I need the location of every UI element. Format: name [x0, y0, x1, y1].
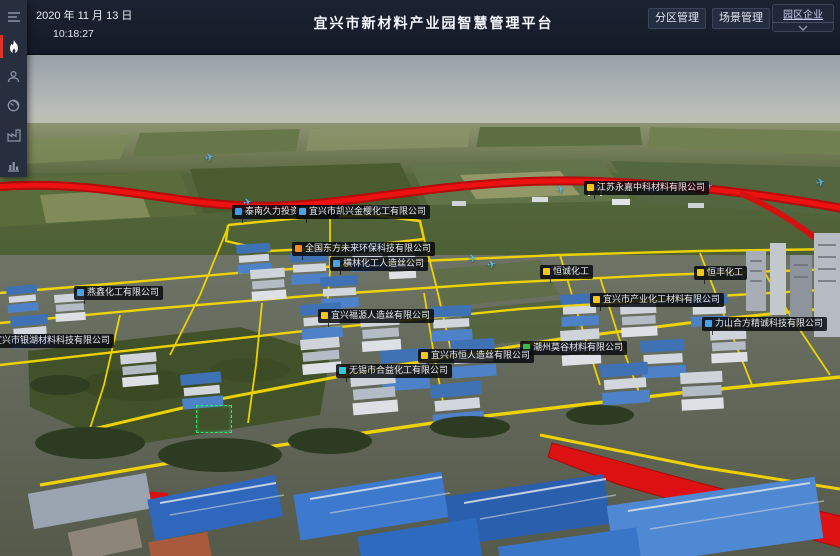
top-header-bar: 2020 年 11 月 13 日 10:18:27 宜兴市新材料产业园智慧管理平… — [0, 0, 840, 55]
company-marker-icon — [705, 320, 712, 327]
sidebar-item-fire[interactable] — [0, 35, 27, 59]
company-marker-icon — [339, 367, 346, 374]
user-icon — [7, 70, 20, 83]
map-company-label[interactable]: 江苏永嘉中科材料有限公司 — [584, 181, 709, 195]
sidebar-item-menu[interactable] — [0, 5, 27, 29]
company-marker-icon — [235, 208, 242, 215]
sidebar-item-gauge[interactable] — [0, 94, 27, 118]
map-company-label[interactable]: 无锡市合益化工有限公司 — [336, 364, 452, 378]
scene-management-button[interactable]: 场景管理 — [712, 8, 770, 29]
menu-icon — [7, 11, 21, 23]
company-label-text: 宜兴福源人造丝有限公司 — [331, 310, 430, 321]
company-label-text: 全国东方未来环保科技有限公司 — [305, 243, 431, 254]
company-marker-icon — [77, 289, 84, 296]
map-company-label[interactable]: 恒诚化工 — [540, 265, 593, 279]
selection-box — [196, 405, 232, 433]
company-label-text: 宜兴市银湖材料科技有限公司 — [0, 335, 110, 346]
company-label-text: 恒丰化工 — [707, 267, 743, 278]
map-company-label[interactable]: 横林化工人造丝公司 — [330, 257, 428, 271]
map-company-label[interactable]: 全国东方未来环保科技有限公司 — [292, 242, 435, 256]
map-company-label[interactable]: 宜兴市产业化工材料有限公司 — [590, 293, 724, 307]
company-marker-icon — [299, 208, 306, 215]
zone-management-button[interactable]: 分区管理 — [648, 8, 706, 29]
factory-icon — [7, 129, 21, 142]
bar-chart-icon — [7, 159, 20, 172]
company-marker-icon — [333, 260, 340, 267]
company-label-text: 恒诚化工 — [553, 266, 589, 277]
map-3d-viewport[interactable]: 泰南久力投资有限公司宜兴市凯兴金樱化工有限公司江苏永嘉中科材料有限公司全国东方未… — [0, 55, 840, 556]
map-company-label[interactable]: 宜兴市恒人造丝有限公司 — [418, 349, 534, 363]
company-label-text: 潮州莫谷材料有限公司 — [533, 342, 623, 353]
company-label-text: 宜兴市凯兴金樱化工有限公司 — [309, 206, 426, 217]
map-company-label[interactable]: 燕鑫化工有限公司 — [74, 286, 163, 300]
company-marker-icon — [593, 296, 600, 303]
company-label-text: 燕鑫化工有限公司 — [87, 287, 159, 298]
company-marker-icon — [543, 268, 550, 275]
chevron-down-icon — [773, 23, 833, 32]
company-label-text: 宜兴市恒人造丝有限公司 — [431, 350, 530, 361]
sidebar-item-stats[interactable] — [0, 153, 27, 177]
park-enterprise-dropdown[interactable]: 园区企业 — [772, 4, 834, 32]
company-marker-icon — [295, 245, 302, 252]
dropdown-label: 园区企业 — [773, 5, 833, 23]
map-company-label[interactable]: 潮州莫谷材料有限公司 — [520, 341, 627, 355]
company-marker-icon — [587, 184, 594, 191]
company-marker-icon — [697, 269, 704, 276]
company-label-text: 无锡市合益化工有限公司 — [349, 365, 448, 376]
company-marker-icon — [421, 352, 428, 359]
map-company-label[interactable]: 宜兴市银湖材料科技有限公司 — [0, 334, 114, 348]
left-tool-rail — [0, 0, 27, 177]
map-company-label[interactable]: 力山合方精诚科技有限公司 — [702, 317, 827, 331]
map-company-label[interactable]: 宜兴福源人造丝有限公司 — [318, 309, 434, 323]
company-label-text: 宜兴市产业化工材料有限公司 — [603, 294, 720, 305]
company-label-text: 力山合方精诚科技有限公司 — [715, 318, 823, 329]
flame-icon — [8, 40, 20, 54]
company-label-text: 横林化工人造丝公司 — [343, 258, 424, 269]
company-label-text: 江苏永嘉中科材料有限公司 — [597, 182, 705, 193]
map-company-label[interactable]: 恒丰化工 — [694, 266, 747, 280]
gauge-icon — [7, 99, 20, 112]
company-marker-icon — [321, 312, 328, 319]
sidebar-item-factory[interactable] — [0, 124, 27, 148]
sidebar-item-user[interactable] — [0, 64, 27, 88]
map-company-label[interactable]: 宜兴市凯兴金樱化工有限公司 — [296, 205, 430, 219]
